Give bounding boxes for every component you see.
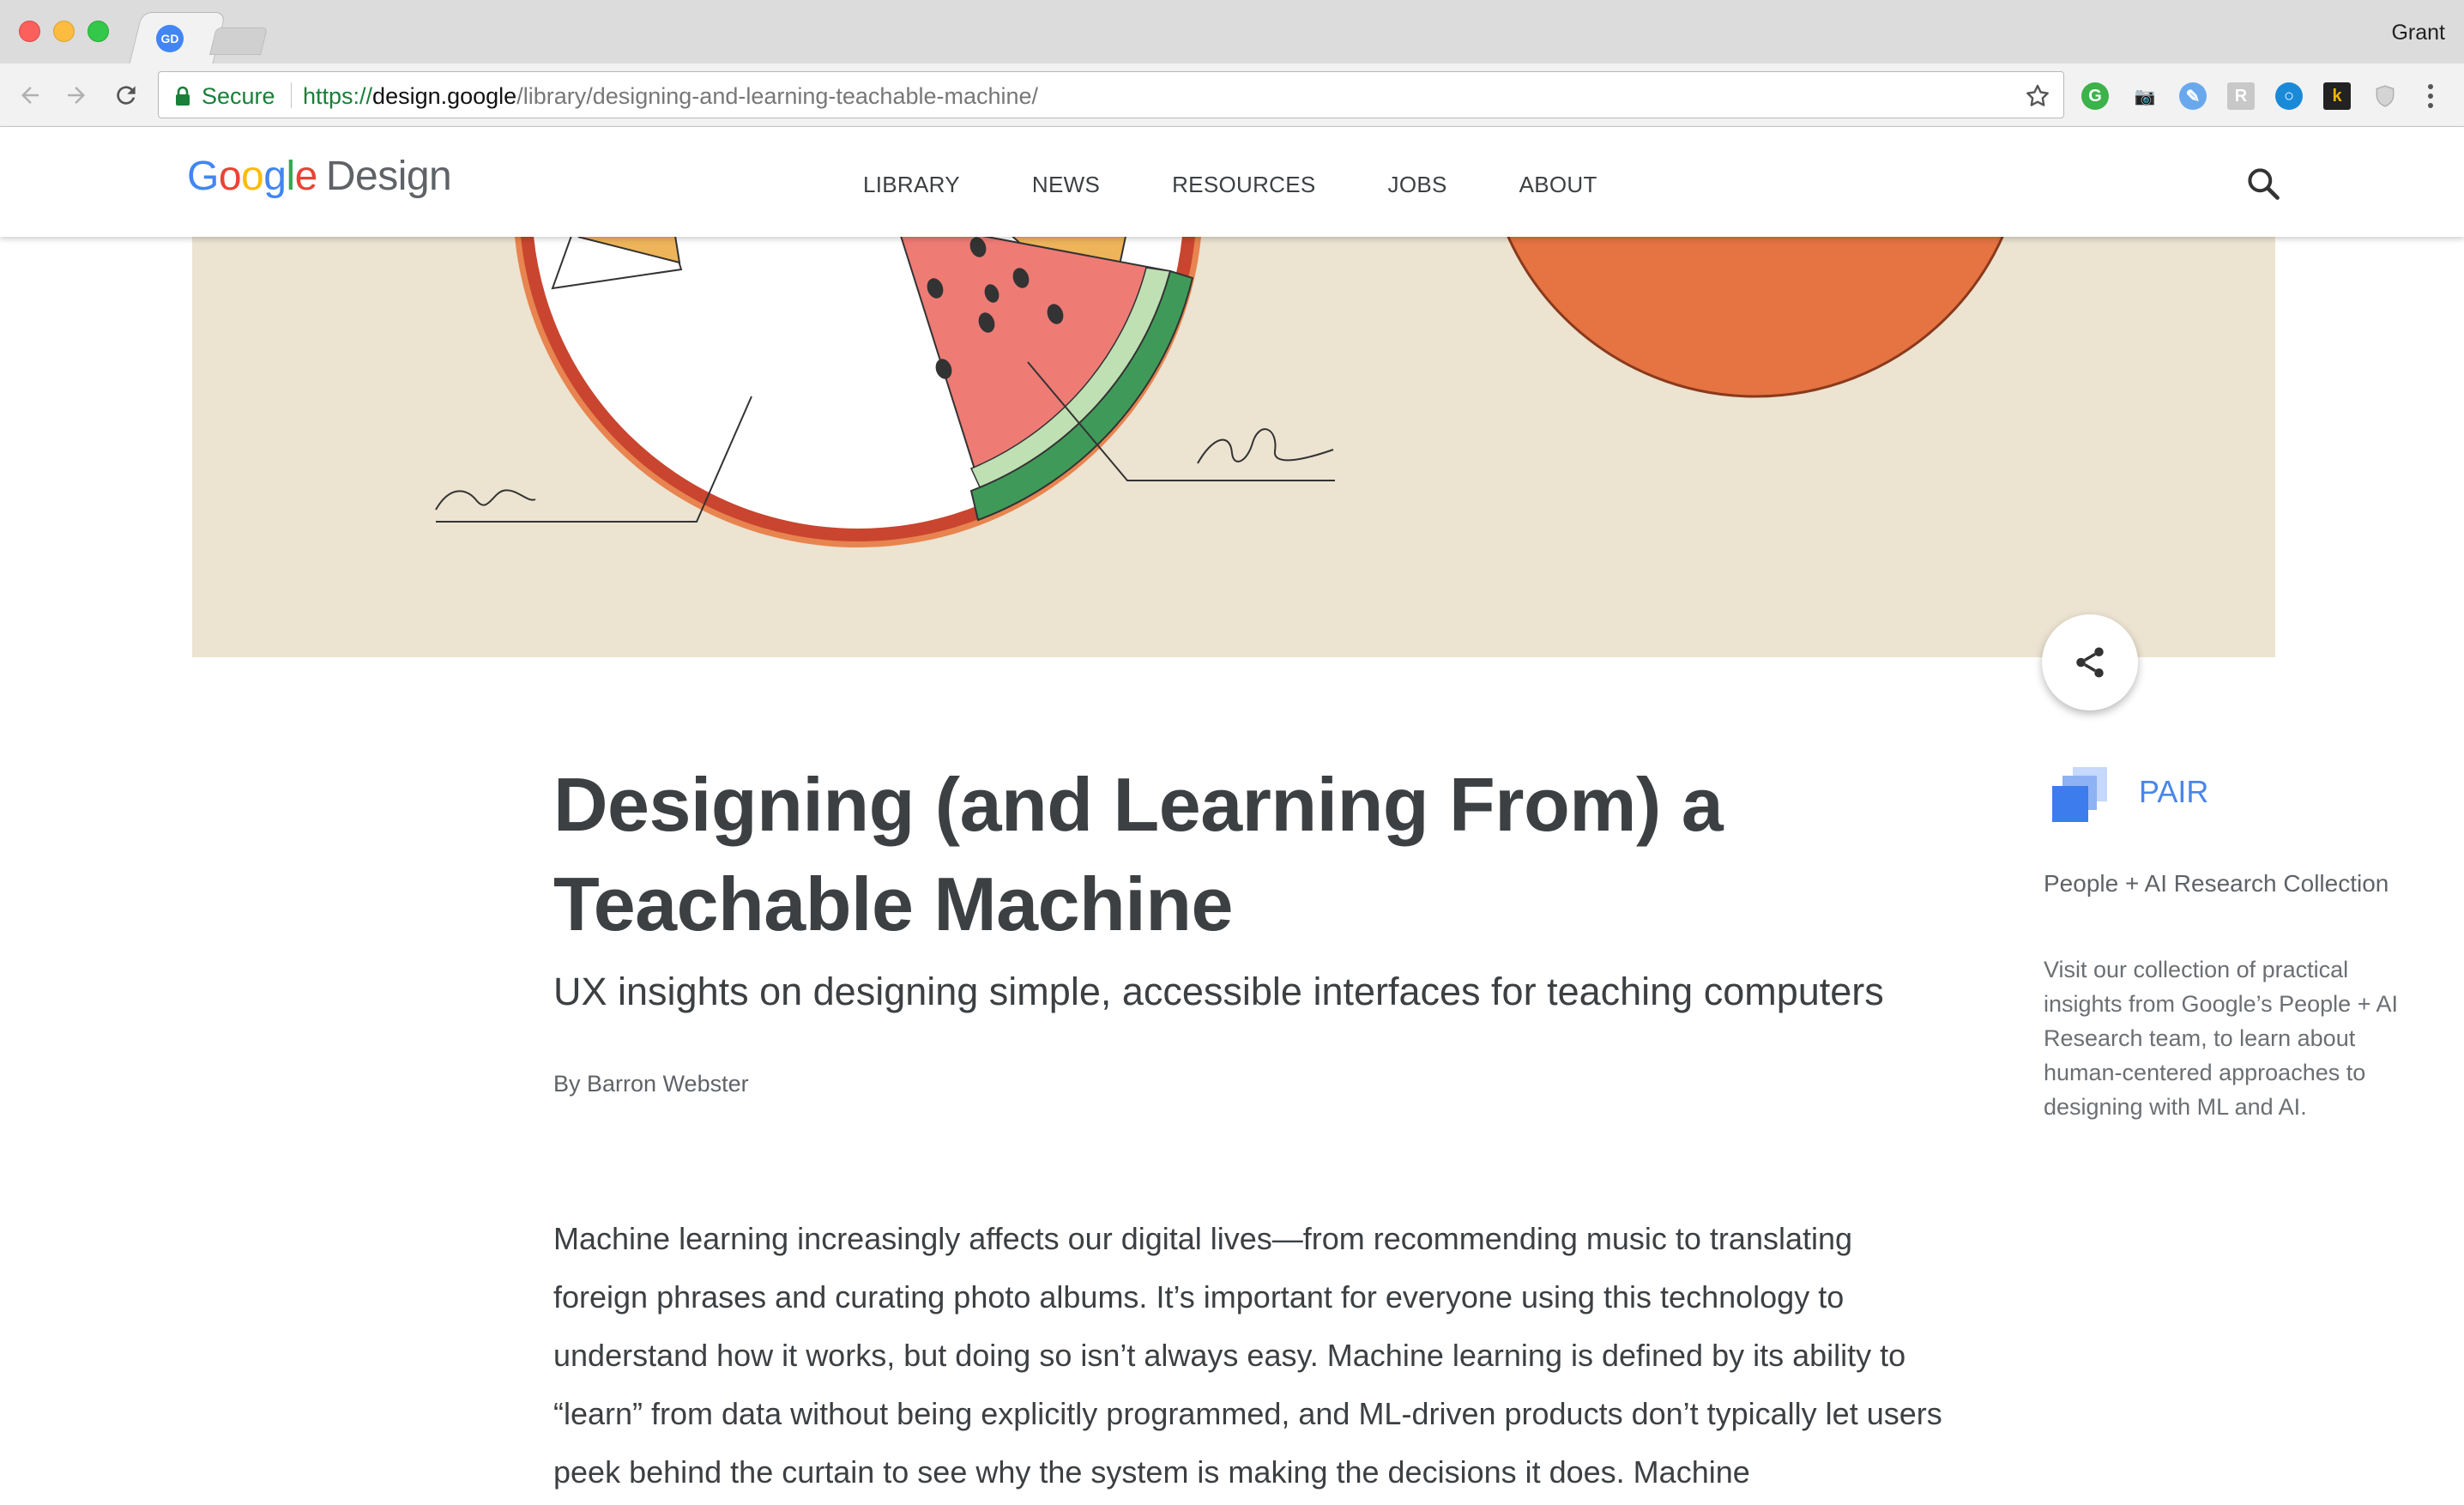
grammarly-icon[interactable]: G — [2081, 82, 2109, 110]
share-button[interactable] — [2042, 614, 2138, 710]
logo-letter: l — [286, 154, 295, 199]
reload-button[interactable] — [110, 79, 142, 112]
circle-extension-icon[interactable]: ○ — [2275, 82, 2303, 110]
hero-illustration — [192, 237, 2275, 657]
profile-name[interactable]: Grant — [2391, 21, 2445, 45]
browser-toolbar: Secure https://design.google/library/des… — [0, 63, 2464, 127]
arrow-left-icon — [21, 87, 39, 104]
article-byline: By Barron Webster — [553, 1071, 749, 1097]
arrow-right-icon — [68, 87, 85, 104]
main-nav: LIBRARY NEWS RESOURCES JOBS ABOUT — [863, 172, 1670, 198]
pair-collection-label: People + AI Research Collection — [2044, 870, 2389, 897]
nav-resources[interactable]: RESOURCES — [1172, 172, 1315, 198]
pair-stack-icon[interactable] — [2052, 767, 2111, 822]
shield-icon — [2376, 85, 2395, 107]
logo-letter: G — [187, 154, 219, 199]
omnibox-divider — [291, 82, 292, 108]
fruit-plate-illustration — [435, 237, 2004, 547]
url-host: design.google — [372, 83, 517, 109]
article-body: Machine learning increasingly affects ou… — [553, 1221, 1942, 1490]
secure-label: Secure — [202, 83, 275, 109]
google-design-logo[interactable]: Google Design — [187, 153, 452, 200]
address-bar[interactable]: Secure https://design.google/library/des… — [158, 71, 2064, 118]
logo-letter: o — [241, 154, 264, 199]
article-title: Designing (and Learning From) a Teachabl… — [553, 762, 1724, 946]
orange-circle — [1507, 237, 2004, 398]
menu-dot — [2428, 103, 2433, 108]
new-tab-button[interactable] — [209, 27, 268, 55]
logo-letter: e — [294, 154, 318, 199]
k-extension-icon[interactable]: k — [2323, 82, 2351, 110]
r-extension-icon[interactable]: R — [2227, 82, 2255, 110]
bookmark-star-icon[interactable] — [2024, 82, 2051, 110]
shield-extension-icon[interactable] — [2371, 82, 2399, 110]
logo-design-word: Design — [325, 154, 452, 199]
menu-dot — [2428, 94, 2433, 99]
back-button[interactable] — [14, 79, 46, 112]
nav-news[interactable]: NEWS — [1032, 172, 1100, 198]
url-path: /library/designing-and-learning-teachabl… — [516, 83, 1039, 109]
site-header: Google Design LIBRARY NEWS RESOURCES JOBS… — [0, 127, 2464, 237]
nav-jobs[interactable]: JOBS — [1388, 172, 1447, 198]
menu-dot — [2428, 84, 2433, 89]
feather-extension-icon[interactable]: ✎ — [2179, 82, 2207, 110]
camera-extension-icon[interactable]: 📷 — [2131, 82, 2159, 110]
browser-menu-button[interactable] — [2418, 81, 2443, 112]
browser-tab-bar: GD Grant — [0, 0, 2464, 65]
logo-letter: o — [218, 154, 242, 199]
nav-library[interactable]: LIBRARY — [863, 172, 960, 198]
minimize-window-button[interactable] — [53, 21, 75, 42]
forward-button[interactable] — [60, 79, 93, 112]
url-scheme: https:// — [303, 83, 373, 109]
pair-title-link[interactable]: PAIR — [2139, 774, 2208, 810]
url-text[interactable]: https://design.google/library/designing-… — [303, 83, 1038, 110]
search-icon[interactable] — [2244, 165, 2282, 202]
lock-icon — [176, 86, 190, 106]
maximize-window-button[interactable] — [88, 21, 109, 42]
close-window-button[interactable] — [19, 21, 40, 42]
share-icon — [2076, 647, 2104, 678]
logo-letter: g — [263, 154, 287, 199]
pair-description: Visit our collection of practical insigh… — [2044, 957, 2398, 1120]
nav-about[interactable]: ABOUT — [1519, 172, 1597, 198]
google-design-favicon-icon: GD — [156, 25, 184, 52]
reload-icon — [117, 86, 136, 105]
article-subtitle: UX insights on designing simple, accessi… — [553, 970, 1884, 1013]
